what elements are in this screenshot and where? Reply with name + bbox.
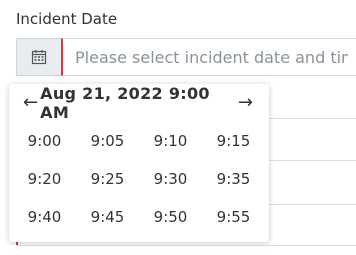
time-option[interactable]: 9:40 (13, 198, 76, 236)
time-option[interactable]: 9:25 (76, 160, 139, 198)
time-grid: 9:00 9:05 9:10 9:15 9:20 9:25 9:30 9:35 … (13, 122, 265, 236)
picker-header: ← Aug 21, 2022 9:00 AM → (9, 84, 269, 122)
time-option[interactable]: 9:55 (202, 198, 265, 236)
background-divider (16, 245, 356, 246)
incident-date-input[interactable] (61, 38, 356, 76)
time-option[interactable]: 9:00 (13, 122, 76, 160)
calendar-button[interactable] (16, 38, 61, 76)
time-option[interactable]: 9:10 (139, 122, 202, 160)
time-option[interactable]: 9:45 (76, 198, 139, 236)
time-option[interactable]: 9:30 (139, 160, 202, 198)
time-option[interactable]: 9:20 (13, 160, 76, 198)
time-option[interactable]: 9:05 (76, 122, 139, 160)
time-picker-popup: ← Aug 21, 2022 9:00 AM → 9:00 9:05 9:10 … (9, 84, 269, 242)
prev-arrow-icon[interactable]: ← (21, 90, 40, 116)
time-option[interactable]: 9:35 (202, 160, 265, 198)
incident-date-form: Incident Date ← Aug 21, 2022 9:00 AM → (0, 0, 356, 255)
time-option[interactable]: 9:15 (202, 122, 265, 160)
picker-title[interactable]: Aug 21, 2022 9:00 AM (40, 84, 236, 122)
incident-date-label: Incident Date (16, 10, 118, 28)
calendar-icon (31, 50, 47, 65)
time-option[interactable]: 9:50 (139, 198, 202, 236)
next-arrow-icon[interactable]: → (236, 90, 255, 116)
